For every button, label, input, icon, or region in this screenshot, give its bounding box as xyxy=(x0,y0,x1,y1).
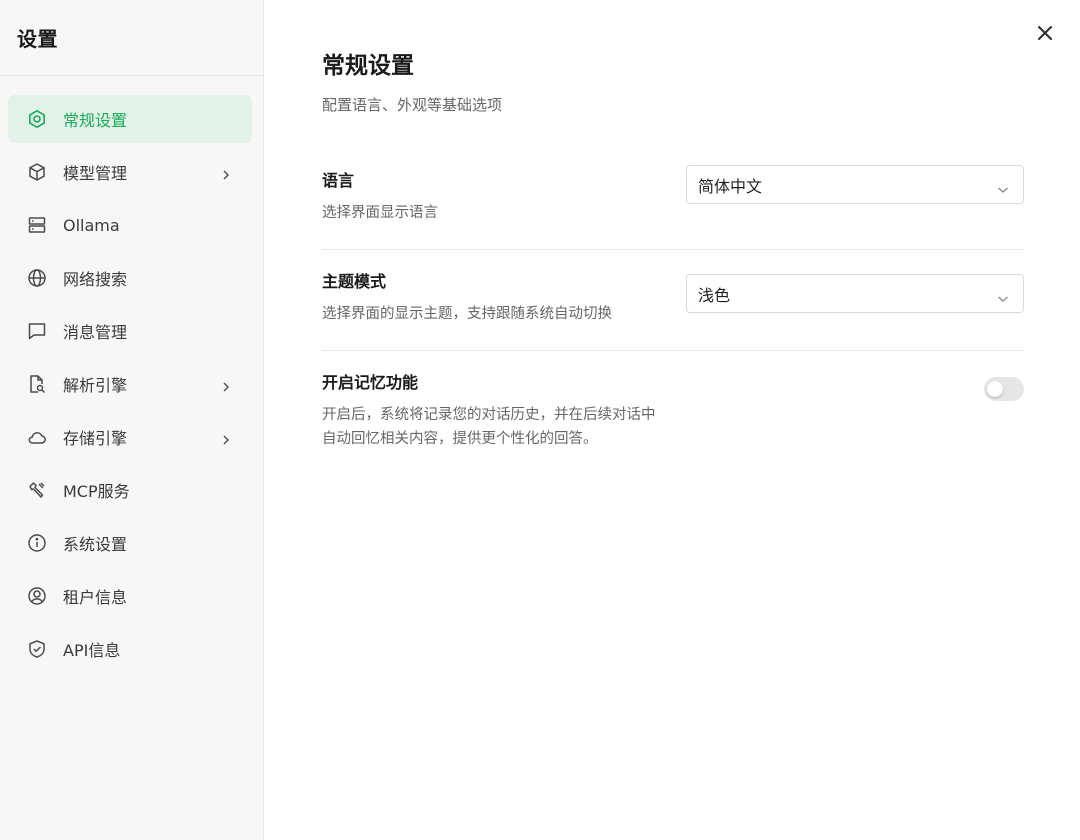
toggle-knob xyxy=(987,381,1003,397)
sidebar-item-label: 网络搜索 xyxy=(63,270,128,289)
sidebar-item-label: Ollama xyxy=(63,215,120,235)
globe-icon xyxy=(27,268,47,288)
sidebar-item-label: 系统设置 xyxy=(63,535,128,554)
sidebar-item-messages[interactable]: 消息管理 xyxy=(8,307,252,355)
sidebar-item-label: 常规设置 xyxy=(63,111,128,130)
setting-name: 开启记忆功能 xyxy=(322,373,419,392)
sidebar-nav: 常规设置 模型管理 Ollama 网络搜索 消息管理 解析引擎 存储引擎 MCP… xyxy=(0,76,263,673)
sidebar-item-tenant[interactable]: 租户信息 xyxy=(8,572,252,620)
sidebar-item-label: 租户信息 xyxy=(63,588,128,607)
chevron-right-icon xyxy=(220,166,232,180)
sidebar-item-parse-engine[interactable]: 解析引擎 xyxy=(8,360,252,408)
sidebar-item-models[interactable]: 模型管理 xyxy=(8,148,252,196)
file-search-icon xyxy=(27,374,47,394)
setting-description: 选择界面的显示主题，支持跟随系统自动切换 xyxy=(322,306,612,322)
info-icon xyxy=(27,533,47,553)
sidebar-item-system[interactable]: 系统设置 xyxy=(8,519,252,567)
select-value: 简体中文 xyxy=(698,176,763,196)
server-icon xyxy=(27,215,47,235)
memory-toggle[interactable] xyxy=(984,377,1024,401)
settings-list: 语言 选择界面显示语言 简体中文 主题模式 选择界面的显示主题，支持跟随系统自动… xyxy=(322,165,1024,475)
select-value: 浅色 xyxy=(698,285,731,305)
chevron-right-icon xyxy=(220,378,232,392)
sidebar-item-storage-engine[interactable]: 存储引擎 xyxy=(8,413,252,461)
shield-check-icon xyxy=(27,639,47,659)
tool-icon xyxy=(27,480,47,500)
language-select[interactable]: 简体中文 xyxy=(686,165,1024,204)
sidebar-item-label: 消息管理 xyxy=(63,323,128,342)
chevron-down-icon xyxy=(997,180,1009,193)
message-icon xyxy=(27,321,47,341)
setting-language: 语言 选择界面显示语言 简体中文 xyxy=(322,165,1024,250)
setting-memory: 开启记忆功能 开启后，系统将记录您的对话历史，并在后续对话中自动回忆相关内容，提… xyxy=(322,351,1024,475)
theme-select[interactable]: 浅色 xyxy=(686,274,1024,313)
setting-description: 开启后，系统将记录您的对话历史，并在后续对话中自动回忆相关内容，提供更个性化的回… xyxy=(322,407,656,447)
chevron-right-icon xyxy=(220,431,232,445)
page-title: 常规设置 xyxy=(322,53,414,79)
close-icon xyxy=(1036,24,1054,46)
cloud-icon xyxy=(27,427,47,447)
setting-theme: 主题模式 选择界面的显示主题，支持跟随系统自动切换 浅色 xyxy=(322,250,1024,351)
sidebar-item-api[interactable]: API信息 xyxy=(8,625,252,673)
chevron-down-icon xyxy=(997,289,1009,302)
settings-dialog: 设置 常规设置 模型管理 Ollama 网络搜索 消息管理 解析引擎 存储引擎 … xyxy=(0,0,1080,840)
sidebar-item-label: 存储引擎 xyxy=(63,429,128,448)
sidebar-title: 设置 xyxy=(17,27,58,51)
setting-description: 选择界面显示语言 xyxy=(322,205,438,221)
sidebar-item-ollama[interactable]: Ollama xyxy=(8,201,252,249)
sidebar-item-mcp[interactable]: MCP服务 xyxy=(8,466,252,514)
sidebar-item-label: 解析引擎 xyxy=(63,376,128,395)
page-subtitle: 配置语言、外观等基础选项 xyxy=(322,96,503,114)
user-circle-icon xyxy=(27,586,47,606)
sidebar-item-label: 模型管理 xyxy=(63,164,128,183)
sidebar: 设置 常规设置 模型管理 Ollama 网络搜索 消息管理 解析引擎 存储引擎 … xyxy=(0,0,264,840)
sidebar-item-web-search[interactable]: 网络搜索 xyxy=(8,254,252,302)
sidebar-item-label: API信息 xyxy=(63,641,121,660)
settings-icon xyxy=(27,109,47,129)
sidebar-item-label: MCP服务 xyxy=(63,482,130,501)
cube-icon xyxy=(27,162,47,182)
close-button[interactable] xyxy=(1034,24,1056,46)
main-content: 常规设置 配置语言、外观等基础选项 语言 选择界面显示语言 简体中文 主题模式 … xyxy=(264,0,1080,840)
sidebar-header: 设置 xyxy=(0,0,263,76)
sidebar-item-general[interactable]: 常规设置 xyxy=(8,95,252,143)
